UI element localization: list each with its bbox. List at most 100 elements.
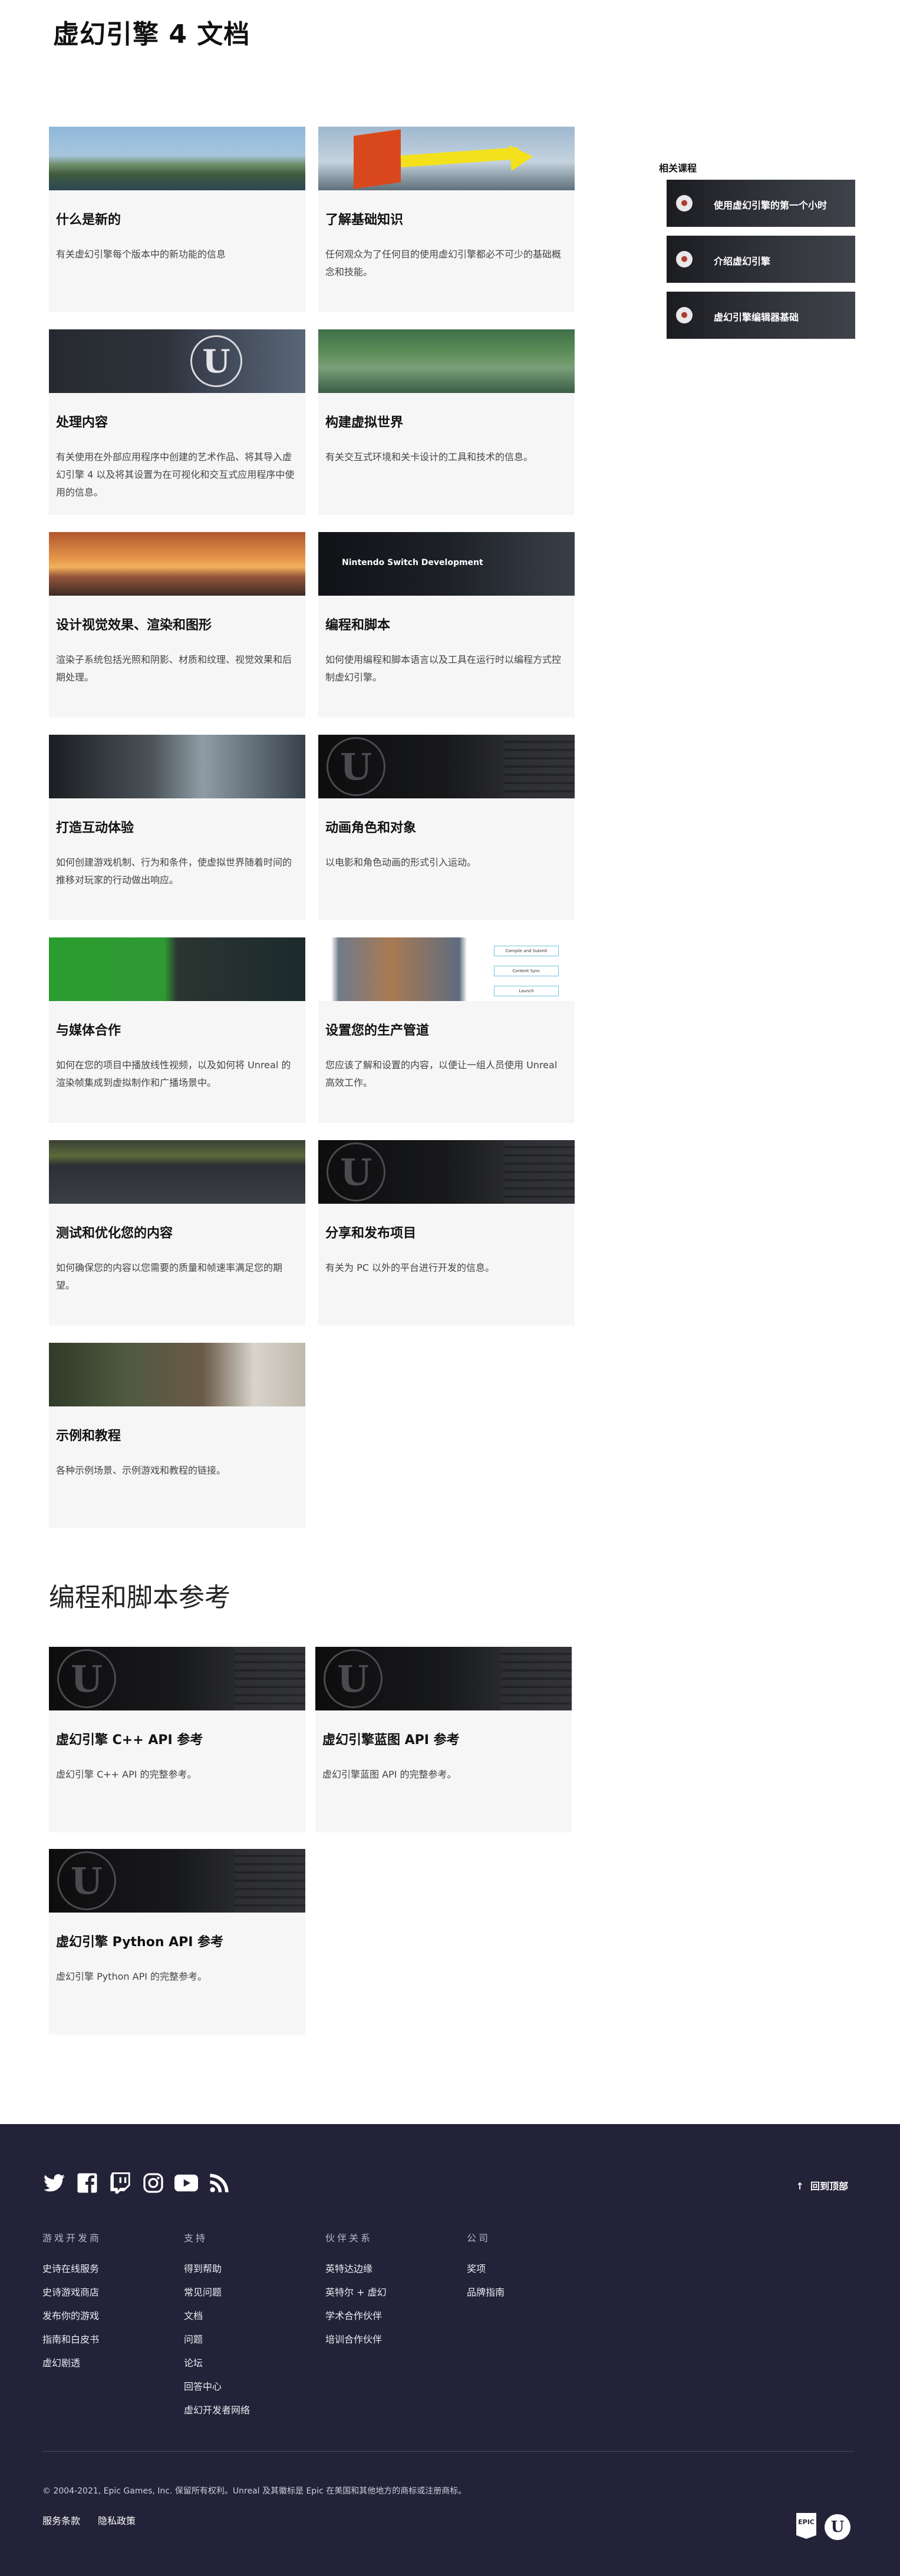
topic-title[interactable]: 设置您的生产管道	[325, 1020, 429, 1039]
api-reference-card[interactable]: U 虚幻引擎 C++ API 参考 虚幻引擎 C++ API 的完整参考。	[49, 1647, 305, 1832]
editor-panel-graphic	[235, 1849, 305, 1913]
youtube-icon[interactable]	[174, 2171, 198, 2195]
footer-link[interactable]: 得到帮助	[184, 2257, 250, 2281]
epic-games-logo[interactable]: EPIC	[796, 2513, 816, 2539]
topic-card[interactable]: Compile and Submit Content Sync Launch 设置您的…	[318, 937, 575, 1123]
topic-card[interactable]: U 分享和发布项目 有关为 PC 以外的平台进行开发的信息。	[318, 1140, 575, 1326]
reference-title[interactable]: 虚幻引擎 C++ API 参考	[56, 1729, 203, 1748]
topic-description: 有关交互式环境和关卡设计的工具和技术的信息。	[325, 451, 533, 463]
page-title: 虚幻引擎 4 文档	[53, 19, 250, 49]
footer-link[interactable]: 问题	[184, 2328, 250, 2352]
reference-description: 虚幻引擎蓝图 API 的完整参考。	[322, 1769, 457, 1780]
reference-title[interactable]: 虚幻引擎蓝图 API 参考	[322, 1729, 460, 1748]
footer-link[interactable]: 发布你的游戏	[42, 2304, 101, 2328]
topic-title[interactable]: 与媒体合作	[56, 1020, 121, 1039]
social-links	[42, 2171, 231, 2195]
unreal-engine-logo[interactable]: U	[825, 2514, 850, 2540]
twitch-icon[interactable]	[108, 2171, 132, 2195]
reference-title[interactable]: 虚幻引擎 Python API 参考	[56, 1931, 223, 1950]
topic-description: 任何观众为了任何目的使用虚幻引擎都必不可少的基础概念和技能。	[325, 249, 562, 278]
topic-description: 如何创建游戏机制、行为和条件，使虚拟世界随着时间的推移对玩家的行动做出响应。	[56, 857, 292, 886]
footer-link[interactable]: 学术合作伙伴	[325, 2304, 387, 2328]
footer-link[interactable]: 培训合作伙伴	[325, 2328, 387, 2352]
topic-card[interactable]: 了解基础知识任何观众为了任何目的使用虚幻引擎都必不可少的基础概念和技能。	[318, 127, 575, 312]
footer-link[interactable]: 史诗在线服务	[42, 2257, 101, 2281]
topic-card[interactable]: U 处理内容 有关使用在外部应用程序中创建的艺术作品、将其导入虚幻引擎 4 以及将其…	[49, 329, 305, 515]
unreal-logo-icon: U	[327, 1142, 385, 1201]
topic-title[interactable]: 处理内容	[56, 412, 108, 431]
footer-link[interactable]: 虚幻开发者网络	[184, 2399, 250, 2422]
topic-title[interactable]: 什么是新的	[56, 209, 121, 228]
back-to-top-link[interactable]: ↑ 回到顶部	[796, 2178, 848, 2192]
editor-panel-graphic	[235, 1647, 305, 1710]
topic-card[interactable]: 示例和教程各种示例场景、示例游戏和教程的链接。	[49, 1343, 305, 1528]
course-label: 虚幻引擎编辑器基础	[714, 312, 799, 323]
footer-column-heading: 游戏开发商	[42, 2232, 102, 2244]
topic-title[interactable]: 了解基础知识	[325, 209, 403, 228]
topic-thumbnail: U	[318, 735, 575, 798]
topic-title[interactable]: 设计视觉效果、渲染和图形	[56, 615, 212, 633]
topic-title[interactable]: 分享和发布项目	[325, 1223, 416, 1241]
topic-title[interactable]: 动画角色和对象	[325, 817, 416, 836]
footer-link[interactable]: 虚幻剧透	[42, 2352, 101, 2375]
topic-thumbnail	[49, 127, 305, 190]
footer-link[interactable]: 回答中心	[184, 2375, 250, 2399]
footer-column-heading: 支持	[184, 2232, 208, 2244]
twitter-icon[interactable]	[42, 2171, 66, 2195]
topic-card[interactable]: 什么是新的 有关虚幻引擎每个版本中的新功能的信息	[49, 127, 305, 312]
topic-card[interactable]: 打造互动体验如何创建游戏机制、行为和条件，使虚拟世界随着时间的推移对玩家的行动做…	[49, 735, 305, 920]
topic-title[interactable]: 示例和教程	[56, 1425, 121, 1444]
topic-card[interactable]: 设计视觉效果、渲染和图形渲染子系统包括光照和阴影、材质和纹理、视觉效果和后期处理…	[49, 532, 305, 718]
topic-thumbnail: Compile and Submit Content Sync Launch	[318, 937, 575, 1001]
topic-title[interactable]: 构建虚拟世界	[325, 412, 403, 431]
footer-link[interactable]: 文档	[184, 2304, 250, 2328]
facebook-icon[interactable]	[75, 2171, 99, 2195]
topic-card[interactable]: 测试和优化您的内容 如何确保您的内容以您需要的质量和帧速率满足您的期望。	[49, 1140, 305, 1326]
footer-column: 支持得到帮助 常见问题 文档 问题 论坛 回答中心 虚幻开发者网络	[184, 2230, 250, 2422]
pipeline-step-box: Launch	[494, 986, 559, 996]
rss-icon[interactable]	[207, 2171, 231, 2195]
topic-title[interactable]: 打造互动体验	[56, 817, 134, 836]
topic-title[interactable]: 编程和脚本	[325, 615, 390, 633]
related-course-item[interactable]: ● 介绍虚幻引擎	[667, 236, 855, 283]
topic-thumbnail	[318, 329, 575, 393]
privacy-link[interactable]: 隐私政策	[98, 2513, 136, 2527]
copyright-text: © 2004-2021, Epic Games, Inc. 保留所有权利。Unr…	[42, 2486, 467, 2496]
instagram-icon[interactable]	[141, 2171, 165, 2195]
unreal-logo-icon: U	[190, 335, 242, 387]
topic-thumbnail: U	[318, 1140, 575, 1204]
footer-link[interactable]: 指南和白皮书	[42, 2328, 101, 2352]
course-label: 介绍虚幻引擎	[714, 256, 771, 267]
related-course-item[interactable]: ● 虚幻引擎编辑器基础	[667, 292, 855, 339]
unreal-logo-icon: U	[57, 1851, 116, 1910]
topic-description: 各种示例场景、示例游戏和教程的链接。	[56, 1465, 226, 1476]
terms-link[interactable]: 服务条款	[42, 2513, 80, 2527]
topic-thumbnail	[318, 127, 575, 190]
pipeline-step-box: Content Sync	[494, 966, 559, 976]
footer-link[interactable]: 史诗游戏商店	[42, 2281, 101, 2304]
footer-column-heading: 伙伴关系	[325, 2232, 373, 2244]
topic-card[interactable]: 与媒体合作如何在您的项目中播放线性视频，以及如何将 Unreal 的渲染帧集成到…	[49, 937, 305, 1123]
footer-link[interactable]: 论坛	[184, 2352, 250, 2375]
topic-card[interactable]: Nintendo Switch Development 编程和脚本 如何使用编程和脚…	[318, 532, 575, 718]
footer-link[interactable]: 常见问题	[184, 2281, 250, 2304]
legal-links: 服务条款 隐私政策	[42, 2513, 136, 2527]
topic-title[interactable]: 测试和优化您的内容	[56, 1223, 173, 1241]
topic-description: 渲染子系统包括光照和阴影、材质和纹理、视觉效果和后期处理。	[56, 654, 292, 683]
footer-link[interactable]: 英特尔 + 虚幻	[325, 2281, 387, 2304]
reference-description: 虚幻引擎 Python API 的完整参考。	[56, 1971, 207, 1982]
api-reference-card[interactable]: U 虚幻引擎蓝图 API 参考 虚幻引擎蓝图 API 的完整参考。	[315, 1647, 572, 1832]
footer-link[interactable]: 英特达边缘	[325, 2257, 387, 2281]
topic-card[interactable]: 构建虚拟世界有关交互式环境和关卡设计的工具和技术的信息。	[318, 329, 575, 515]
footer-column: 伙伴关系英特达边缘 英特尔 + 虚幻 学术合作伙伴 培训合作伙伴	[325, 2230, 387, 2352]
footer-link[interactable]: 奖项	[467, 2257, 505, 2281]
topic-description: 如何在您的项目中播放线性视频，以及如何将 Unreal 的渲染帧集成到虚拟制作和…	[56, 1059, 291, 1088]
footer-link[interactable]: 品牌指南	[467, 2281, 505, 2304]
unreal-logo-icon: U	[57, 1649, 116, 1708]
topic-thumbnail	[49, 937, 305, 1001]
api-reference-card[interactable]: U 虚幻引擎 Python API 参考虚幻引擎 Python API 的完整参考…	[49, 1849, 305, 2035]
related-course-item[interactable]: ● 使用虚幻引擎的第一个小时	[667, 180, 855, 227]
topic-thumbnail	[49, 1140, 305, 1204]
course-badge-icon: ●	[676, 251, 693, 267]
topic-card[interactable]: U 动画角色和对象 以电影和角色动画的形式引入运动。	[318, 735, 575, 920]
